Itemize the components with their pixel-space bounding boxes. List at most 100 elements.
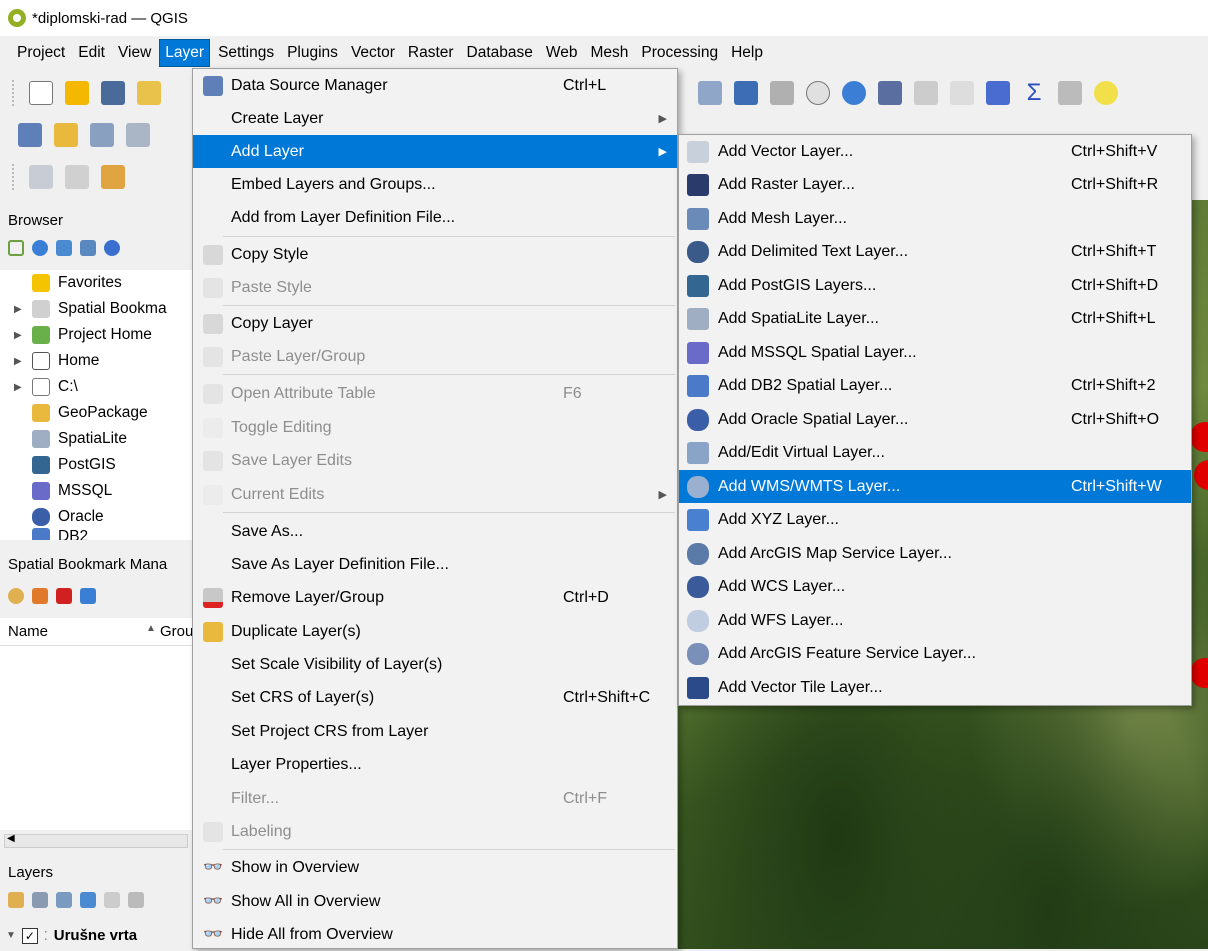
save-project-icon[interactable] (101, 81, 125, 105)
menu-settings[interactable]: Settings (213, 40, 279, 66)
tree-item-project-home[interactable]: ▶ Project Home (14, 322, 152, 348)
menu-processing[interactable]: Processing (636, 40, 723, 66)
new-project-icon[interactable] (29, 81, 53, 105)
menu-item-create-layer[interactable]: Create Layer ▶ (193, 102, 677, 135)
menu-item-save-as[interactable]: Save As... (193, 515, 677, 548)
expand-all-icon[interactable] (128, 892, 144, 908)
menu-item-copy-style[interactable]: Copy Style (193, 238, 677, 271)
submenu-item-add-xyz-layer[interactable]: Add XYZ Layer... (679, 503, 1191, 536)
menu-item-open-attribute-table[interactable]: Open Attribute Table F6 (193, 377, 677, 410)
submenu-item-add-wfs-layer[interactable]: Add WFS Layer... (679, 604, 1191, 637)
menu-item-embed-layers[interactable]: Embed Layers and Groups... (193, 168, 677, 201)
measure-icon[interactable] (1058, 81, 1082, 105)
bookmark-icon[interactable] (770, 81, 794, 105)
scroll-left-icon[interactable]: ◀ (7, 833, 15, 844)
tooltip-icon[interactable] (1094, 81, 1118, 105)
select-features-icon[interactable] (29, 165, 53, 189)
menu-item-scale-visibility[interactable]: Set Scale Visibility of Layer(s) (193, 648, 677, 681)
table-icon[interactable] (914, 81, 938, 105)
submenu-item-add-oracle-layer[interactable]: Add Oracle Spatial Layer... Ctrl+Shift+O (679, 403, 1191, 436)
menu-item-copy-layer[interactable]: Copy Layer (193, 307, 677, 340)
layer-visibility-checkbox[interactable]: ✓ (21, 927, 38, 944)
data-source-manager-icon[interactable] (18, 123, 42, 147)
menu-database[interactable]: Database (462, 40, 538, 66)
expand-arrow-icon[interactable]: ▶ (14, 356, 28, 367)
tree-item-oracle[interactable]: Oracle (14, 504, 104, 530)
submenu-item-add-raster-layer[interactable]: Add Raster Layer... Ctrl+Shift+R (679, 168, 1191, 201)
menu-item-current-edits[interactable]: Current Edits ▶ (193, 478, 677, 511)
delete-bookmark-icon[interactable] (56, 588, 72, 604)
pan-icon[interactable] (734, 81, 758, 105)
tree-item-postgis[interactable]: PostGIS (14, 452, 116, 478)
menu-mesh[interactable]: Mesh (586, 40, 634, 66)
settings-gear-icon[interactable] (986, 81, 1010, 105)
menu-view[interactable]: View (113, 40, 156, 66)
menu-web[interactable]: Web (541, 40, 583, 66)
new-geopackage-icon[interactable] (54, 123, 78, 147)
refresh-icon[interactable] (842, 81, 866, 105)
submenu-item-add-mssql-layer[interactable]: Add MSSQL Spatial Layer... (679, 336, 1191, 369)
column-header-name[interactable]: Name (8, 623, 48, 640)
clock-icon[interactable] (806, 81, 830, 105)
submenu-item-add-vector-layer[interactable]: Add Vector Layer... Ctrl+Shift+V (679, 135, 1191, 168)
style-icon[interactable] (8, 892, 24, 908)
tree-item-mssql[interactable]: MSSQL (14, 478, 112, 504)
submenu-item-add-wcs-layer[interactable]: Add WCS Layer... (679, 570, 1191, 603)
menu-item-add-layer[interactable]: Add Layer ▶ (193, 135, 677, 168)
column-header-group[interactable]: Grou (160, 623, 193, 640)
submenu-item-add-postgis-layers[interactable]: Add PostGIS Layers... Ctrl+Shift+D (679, 269, 1191, 302)
share-icon[interactable] (80, 588, 96, 604)
menu-item-hide-all-from-overview[interactable]: 👓 Hide All from Overview (193, 918, 677, 951)
spatialite-icon[interactable] (126, 123, 150, 147)
add-vector-icon[interactable] (90, 123, 114, 147)
menu-item-show-in-overview[interactable]: 👓 Show in Overview (193, 851, 677, 884)
menu-item-save-as-definition[interactable]: Save As Layer Definition File... (193, 548, 677, 581)
submenu-item-add-virtual-layer[interactable]: Add/Edit Virtual Layer... (679, 436, 1191, 469)
collapse-icon[interactable] (80, 240, 96, 256)
tree-item-home[interactable]: ▶ Home (14, 348, 99, 374)
expand-arrow-icon[interactable]: ▶ (14, 382, 28, 393)
menu-item-layer-properties[interactable]: Layer Properties... (193, 748, 677, 781)
identify-icon[interactable] (878, 81, 902, 105)
expression-filter-icon[interactable] (104, 892, 120, 908)
layer-icon[interactable] (698, 81, 722, 105)
menu-layer[interactable]: Layer (159, 39, 211, 67)
expand-arrow-icon[interactable]: ▶ (14, 304, 28, 315)
tree-item-db2[interactable]: DB2 (14, 528, 88, 540)
horizontal-scrollbar[interactable]: ◀ (4, 833, 188, 848)
menu-help[interactable]: Help (726, 40, 768, 66)
refresh-icon[interactable] (32, 240, 48, 256)
submenu-item-add-arcgis-feature-service[interactable]: Add ArcGIS Feature Service Layer... (679, 637, 1191, 670)
filter-icon[interactable] (56, 240, 72, 256)
menu-raster[interactable]: Raster (403, 40, 459, 66)
menu-plugins[interactable]: Plugins (282, 40, 343, 66)
menu-item-filter[interactable]: Filter... Ctrl+F (193, 782, 677, 815)
menu-item-save-layer-edits[interactable]: Save Layer Edits (193, 444, 677, 477)
sigma-icon[interactable]: Σ (1022, 81, 1046, 105)
expand-arrow-icon[interactable]: ▶ (14, 330, 28, 341)
menu-item-show-all-in-overview[interactable]: 👓 Show All in Overview (193, 885, 677, 918)
submenu-item-add-vector-tile-layer[interactable]: Add Vector Tile Layer... (679, 671, 1191, 704)
tree-item-c-drive[interactable]: ▶ C:\ (14, 374, 78, 400)
new-bookmark-icon[interactable] (32, 588, 48, 604)
tree-item-geopackage[interactable]: GeoPackage (14, 400, 148, 426)
tree-item-favorites[interactable]: Favorites (14, 270, 122, 296)
submenu-item-add-spatialite-layer[interactable]: Add SpatiaLite Layer... Ctrl+Shift+L (679, 302, 1191, 335)
layer-tree-row[interactable]: ▼ ✓ ⁚ Urušne vrta (6, 927, 137, 944)
select-by-value-icon[interactable] (101, 165, 125, 189)
collapse-arrow-icon[interactable]: ▼ (6, 930, 16, 941)
menu-edit[interactable]: Edit (73, 40, 110, 66)
statistics-icon[interactable] (950, 81, 974, 105)
menu-item-paste-style[interactable]: Paste Style (193, 271, 677, 304)
menu-item-paste-layer[interactable]: Paste Layer/Group (193, 340, 677, 373)
menu-item-project-crs-from-layer[interactable]: Set Project CRS from Layer (193, 715, 677, 748)
menu-item-data-source-manager[interactable]: Data Source Manager Ctrl+L (193, 69, 677, 102)
zoom-to-bookmark-icon[interactable] (8, 588, 24, 604)
submenu-item-add-db2-layer[interactable]: Add DB2 Spatial Layer... Ctrl+Shift+2 (679, 369, 1191, 402)
menu-item-duplicate-layers[interactable]: Duplicate Layer(s) (193, 615, 677, 648)
filter-legend-icon[interactable] (80, 892, 96, 908)
menu-item-add-from-definition[interactable]: Add from Layer Definition File... (193, 201, 677, 234)
deselect-icon[interactable] (65, 165, 89, 189)
menu-item-toggle-editing[interactable]: Toggle Editing (193, 411, 677, 444)
visibility-icon[interactable] (56, 892, 72, 908)
